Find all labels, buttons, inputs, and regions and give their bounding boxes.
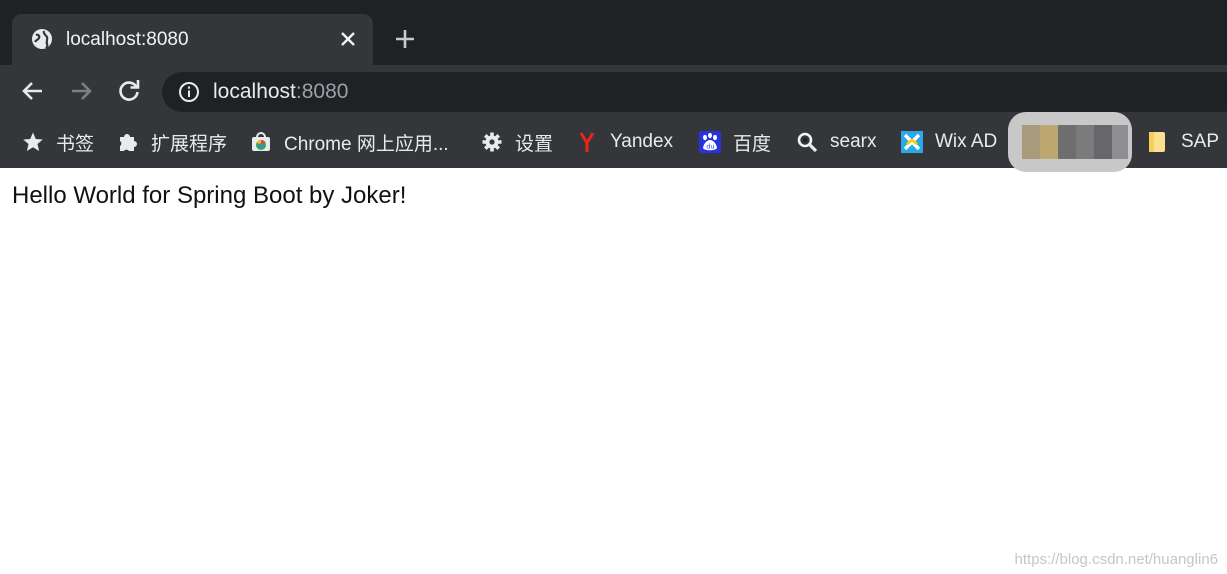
tab-strip: localhost:8080 <box>0 0 1227 66</box>
url-text: localhost:8080 <box>213 79 348 105</box>
bookmark-label: Wix AD <box>935 131 998 152</box>
bookmark-yandex[interactable]: Yandex <box>576 116 673 168</box>
svg-text:du: du <box>706 143 714 151</box>
yandex-icon <box>579 132 595 152</box>
globe-icon <box>32 29 52 49</box>
page-body-text: Hello World for Spring Boot by Joker! <box>12 182 407 209</box>
url-host: localhost <box>213 80 296 103</box>
tab-title: localhost:8080 <box>66 29 189 50</box>
bookmark-label: 扩展程序 <box>151 133 228 155</box>
chrome-store-icon <box>252 132 270 151</box>
bookmark-extensions[interactable]: 扩展程序 <box>117 116 227 168</box>
folder-icon <box>1149 132 1165 152</box>
url-port: :8080 <box>295 80 349 103</box>
plus-icon[interactable] <box>393 27 417 51</box>
redacted-pixel <box>1094 125 1112 159</box>
bookmark-label: Chrome 网上应用... <box>284 133 449 155</box>
bookmark-searx[interactable]: searx <box>796 116 876 168</box>
gear-icon <box>482 132 502 152</box>
forward-arrow-icon[interactable] <box>68 78 94 104</box>
redacted-pixel <box>1076 125 1094 159</box>
active-tab[interactable]: localhost:8080 <box>12 14 373 66</box>
close-icon[interactable] <box>338 29 358 49</box>
bookmark-bookmarks[interactable]: 书签 <box>22 116 94 168</box>
back-arrow-icon[interactable] <box>20 78 46 104</box>
toolbar: localhost:8080 <box>0 65 1227 116</box>
star-icon <box>23 132 43 151</box>
redacted-pixel <box>1112 125 1128 159</box>
bookmark-sap[interactable]: SAP <box>1147 116 1219 168</box>
bookmark-baidu[interactable]: du 百度 <box>699 116 771 168</box>
redacted-pixel <box>1040 125 1058 159</box>
bookmark-label: 书签 <box>56 133 95 155</box>
reload-icon[interactable] <box>116 78 142 104</box>
redacted-pixel <box>1022 125 1040 159</box>
bookmark-label: searx <box>830 131 877 152</box>
bookmark-label: 设置 <box>515 133 554 155</box>
info-icon[interactable] <box>178 81 200 103</box>
redacted-bookmarks <box>1008 112 1132 172</box>
bookmark-label: Yandex <box>610 131 674 152</box>
redacted-pixel <box>1058 125 1076 159</box>
bookmark-label: SAP <box>1181 131 1220 152</box>
bookmark-label: 百度 <box>733 133 772 155</box>
puzzle-icon <box>120 134 137 151</box>
address-bar[interactable]: localhost:8080 <box>162 72 1227 112</box>
bookmark-wix-ad[interactable]: Wix AD <box>901 116 997 168</box>
watermark: https://blog.csdn.net/huanglin6 <box>1014 551 1218 568</box>
baidu-icon: du <box>699 131 721 153</box>
searx-icon <box>797 132 818 153</box>
bookmark-chrome-web-store[interactable]: Chrome 网上应用... <box>250 116 449 168</box>
wix-icon <box>901 131 923 153</box>
bookmark-settings[interactable]: 设置 <box>481 116 553 168</box>
